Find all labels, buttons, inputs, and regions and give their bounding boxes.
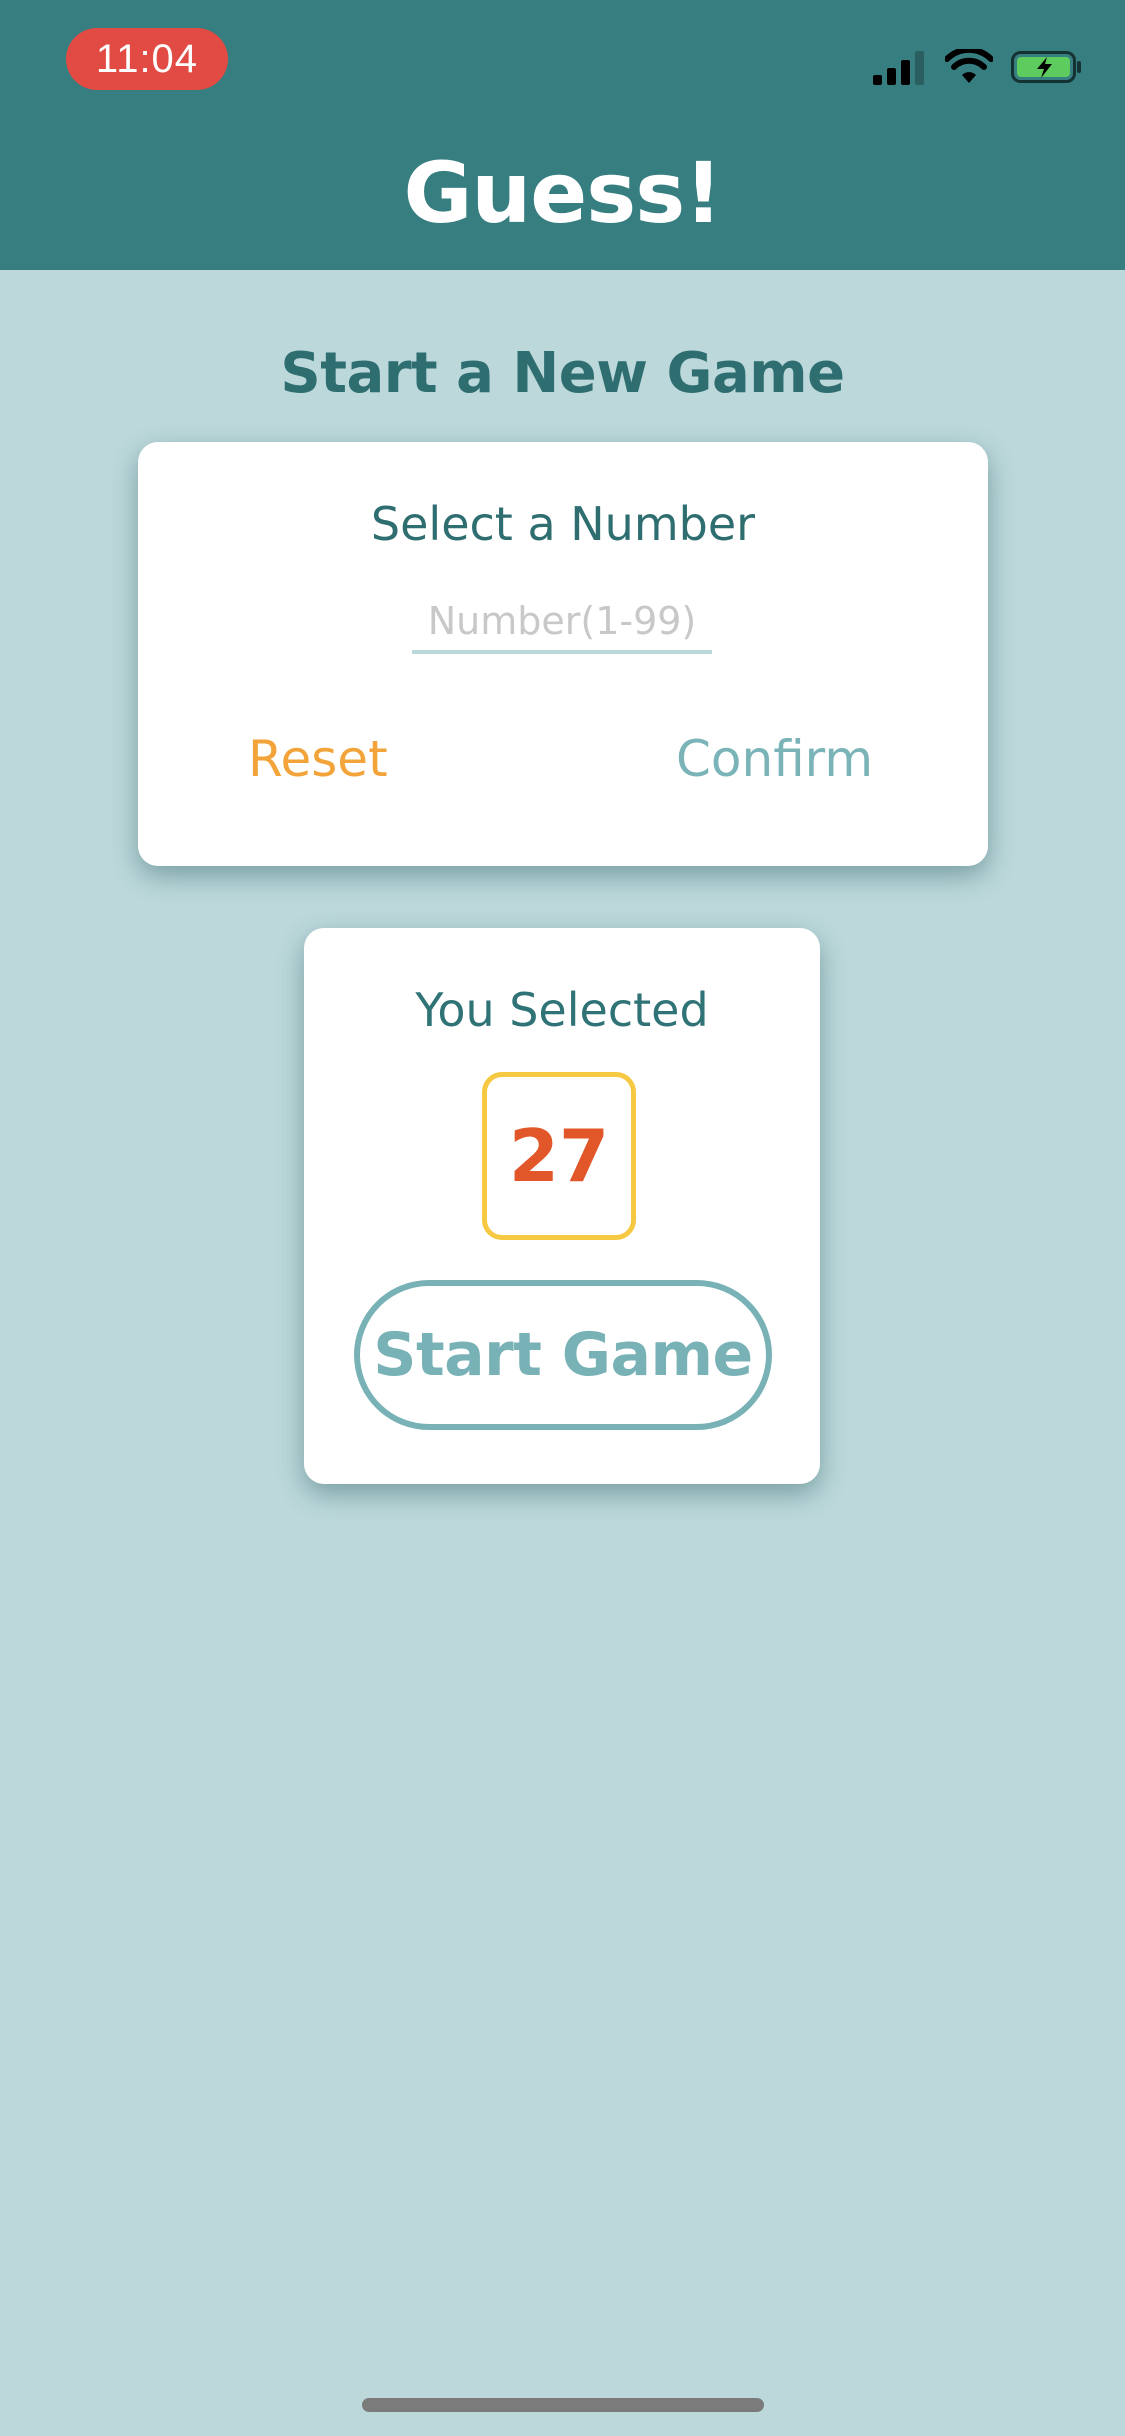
select-number-title: Select a Number bbox=[370, 497, 756, 551]
reset-button[interactable]: Reset bbox=[248, 724, 408, 794]
confirm-button[interactable]: Confirm bbox=[676, 724, 876, 794]
start-game-button[interactable]: Start Game bbox=[354, 1280, 772, 1430]
number-input[interactable] bbox=[412, 592, 712, 654]
wifi-icon bbox=[944, 46, 994, 90]
home-indicator[interactable] bbox=[362, 2398, 764, 2412]
page-title: Guess! bbox=[403, 144, 722, 242]
battery-charging-icon bbox=[1011, 49, 1083, 90]
signal-icon bbox=[873, 49, 927, 90]
status-time: 11:04 bbox=[66, 28, 228, 90]
selected-number-card: You Selected 27 Start Game bbox=[304, 928, 820, 1484]
selected-number: 27 bbox=[482, 1072, 636, 1240]
app-header: 11:04 Guess! bbox=[0, 0, 1125, 270]
selected-label: You Selected bbox=[415, 983, 709, 1037]
status-icons bbox=[873, 44, 1083, 94]
select-number-card: Select a Number Reset Confirm bbox=[138, 442, 988, 866]
section-title: Start a New Game bbox=[280, 341, 845, 406]
